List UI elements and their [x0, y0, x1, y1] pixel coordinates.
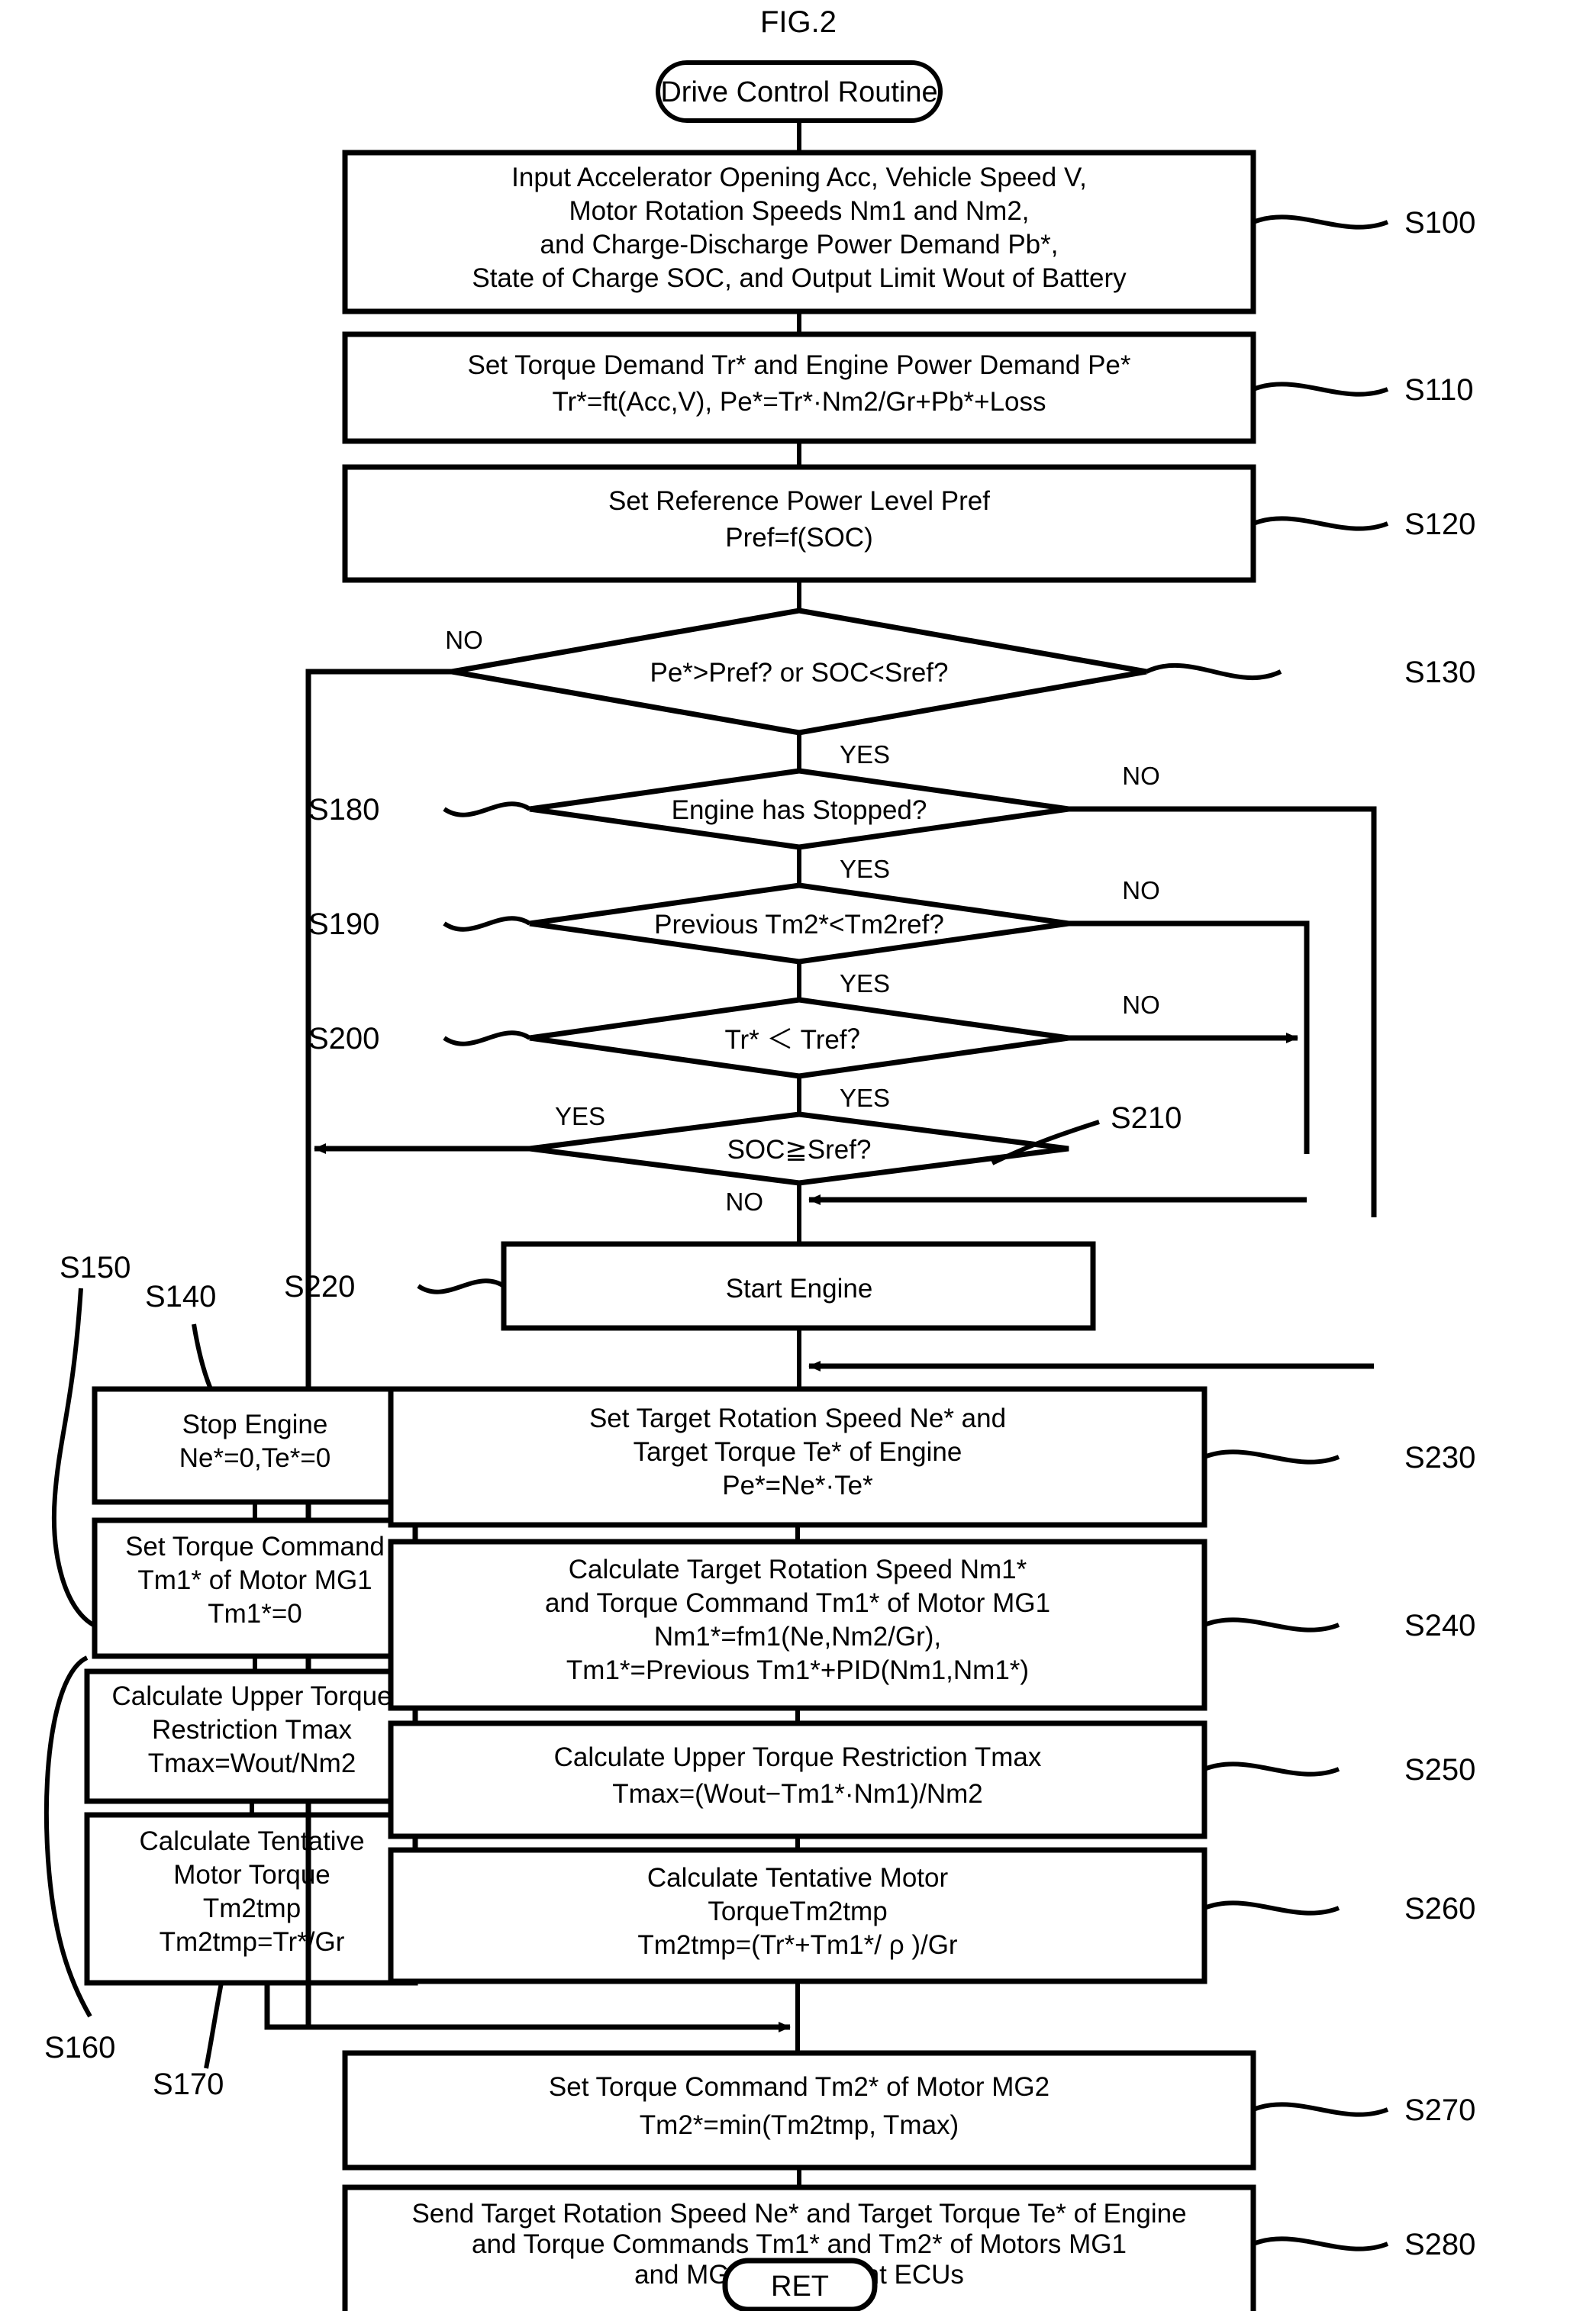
s270-line-0: Set Torque Command Tm2* of Motor MG2 [549, 2072, 1049, 2102]
s200-no-label: NO [1122, 991, 1160, 1019]
s160-line-0: Calculate Upper Torque [111, 1681, 392, 1711]
s100-line-2: and Charge-Discharge Power Demand Pb*, [540, 230, 1059, 259]
s230-line-1: Target Torque Te* of Engine [634, 1437, 962, 1467]
s140-line-0: Stop Engine [182, 1410, 328, 1439]
step-ref-s260: S260 [1404, 1892, 1475, 1926]
s160-line-2: Tmax=Wout/Nm2 [148, 1749, 356, 1778]
s210-yes-label: YES [555, 1102, 605, 1130]
s200-line-0: Tr* ＜ Tref？ [724, 1025, 873, 1055]
s150-line-2: Tm1*=0 [208, 1599, 302, 1629]
leader-s270 [1252, 2102, 1389, 2117]
leader-s170 [204, 1982, 224, 2069]
leader-s190 [443, 916, 531, 932]
s130-yes-label: YES [840, 740, 890, 769]
leader-s130 [1145, 662, 1282, 681]
s150-line-1: Tm1* of Motor MG1 [137, 1565, 372, 1595]
leader-s160 [44, 1655, 92, 2018]
s160-line-1: Restriction Tmax [152, 1715, 352, 1745]
step-ref-s270: S270 [1404, 2093, 1475, 2127]
s220-line-0: Start Engine [726, 1274, 873, 1304]
s180-line-0: Engine has Stopped? [672, 795, 927, 825]
step-ref-s230: S230 [1404, 1441, 1475, 1475]
s120-line-1: Pref=f(SOC) [725, 523, 873, 553]
s230-line-0: Set Target Rotation Speed Ne* and [589, 1404, 1006, 1433]
flowchart-sheet: FIG.2 Drive Control Routine Input Accele… [0, 0, 1596, 2311]
s130-no-label: NO [445, 626, 483, 654]
s280-line-2: and MG2 to Relevant ECUs [634, 2260, 964, 2290]
s240-line-1: and Torque Command Tm1* of Motor MG1 [545, 1588, 1050, 1618]
s150-line-0: Set Torque Command [125, 1532, 385, 1562]
leader-s200 [443, 1030, 531, 1046]
step-ref-s180: S180 [308, 793, 379, 827]
s180-yes-label: YES [840, 855, 890, 883]
edge-left-branch-merge [264, 1983, 791, 2032]
leader-s180 [443, 801, 531, 817]
s200-yes-label: YES [840, 1084, 890, 1112]
s210-line-0: SOC≧Sref? [727, 1135, 872, 1165]
leader-s250 [1203, 1761, 1340, 1777]
leader-s150 [51, 1288, 96, 1628]
leader-s220 [417, 1278, 505, 1294]
s110-line-1: Tr*=ft(Acc,V), Pe*=Tr*·Nm2/Gr+Pb*+Loss [552, 387, 1046, 417]
s260-line-1: TorqueTm2tmp [708, 1897, 887, 1926]
leader-s120 [1252, 516, 1389, 531]
step-ref-s280: S280 [1404, 2228, 1475, 2261]
s100-line-3: State of Charge SOC, and Output Limit Wo… [472, 263, 1127, 293]
s240-line-0: Calculate Target Rotation Speed Nm1* [569, 1555, 1027, 1584]
step-ref-s240: S240 [1404, 1609, 1475, 1642]
s170-line-3: Tm2tmp=Tr*/Gr [160, 1927, 345, 1957]
step-ref-s120: S120 [1404, 508, 1475, 541]
s240-line-2: Nm1*=fm1(Ne,Nm2/Gr), [654, 1622, 941, 1652]
step-ref-s150: S150 [60, 1251, 131, 1284]
leader-s100 [1252, 214, 1389, 230]
edge-s180-no [1069, 806, 1377, 1217]
s280-line-0: Send Target Rotation Speed Ne* and Targe… [411, 2199, 1186, 2229]
s100-line-0: Input Accelerator Opening Acc, Vehicle S… [511, 163, 1087, 192]
step-ref-s190: S190 [308, 907, 379, 941]
step-ref-s250: S250 [1404, 1753, 1475, 1787]
s260-line-0: Calculate Tentative Motor [647, 1863, 949, 1893]
s230-line-2: Pe*=Ne*·Te* [722, 1471, 873, 1500]
s190-no-label: NO [1122, 876, 1160, 904]
leader-s260 [1203, 1900, 1340, 1916]
step-ref-s210: S210 [1111, 1101, 1182, 1135]
s210-no-label: NO [726, 1188, 764, 1216]
s110-line-0: Set Torque Demand Tr* and Engine Power D… [467, 350, 1130, 380]
leader-s110 [1252, 382, 1389, 397]
step-ref-s110: S110 [1404, 373, 1473, 407]
s180-no-label: NO [1122, 762, 1160, 790]
step-ref-s170: S170 [153, 2068, 224, 2101]
s240-line-3: Tm1*=Previous Tm1*+PID(Nm1,Nm1*) [566, 1655, 1029, 1685]
s130-line-0: Pe*>Pref? or SOC<Sref? [650, 658, 948, 688]
s170-line-2: Tm2tmp [203, 1894, 301, 1923]
leader-s230 [1203, 1449, 1340, 1465]
leader-s240 [1203, 1617, 1340, 1633]
start-terminal-label: Drive Control Routine [660, 76, 937, 108]
s260-line-2: Tm2tmp=(Tr*+Tm1*/ ρ )/Gr [637, 1930, 958, 1960]
s170-line-0: Calculate Tentative [139, 1826, 364, 1856]
s190-line-0: Previous Tm2*<Tm2ref? [654, 910, 944, 940]
step-ref-s130: S130 [1404, 656, 1475, 689]
s250-line-0: Calculate Upper Torque Restriction Tmax [554, 1742, 1042, 1772]
s250-line-1: Tmax=(Wout−Tm1*·Nm1)/Nm2 [612, 1779, 983, 1809]
step-ref-s100: S100 [1404, 206, 1475, 240]
s120-line-0: Set Reference Power Level Pref [608, 486, 990, 516]
step-ref-s140: S140 [145, 1280, 216, 1313]
step-ref-s220: S220 [284, 1270, 355, 1304]
step-ref-s160: S160 [44, 2031, 115, 2064]
step-ref-s200: S200 [308, 1022, 379, 1056]
s280-line-1: and Torque Commands Tm1* and Tm2* of Mot… [472, 2229, 1127, 2259]
s190-yes-label: YES [840, 969, 890, 998]
s100-line-1: Motor Rotation Speeds Nm1 and Nm2, [569, 196, 1029, 226]
s140-line-1: Ne*=0,Te*=0 [179, 1443, 330, 1473]
figure-title: FIG.2 [760, 5, 837, 39]
leader-s280 [1252, 2236, 1389, 2251]
leader-s140 [192, 1323, 213, 1391]
s270-line-1: Tm2*=min(Tm2tmp, Tmax) [640, 2110, 959, 2140]
